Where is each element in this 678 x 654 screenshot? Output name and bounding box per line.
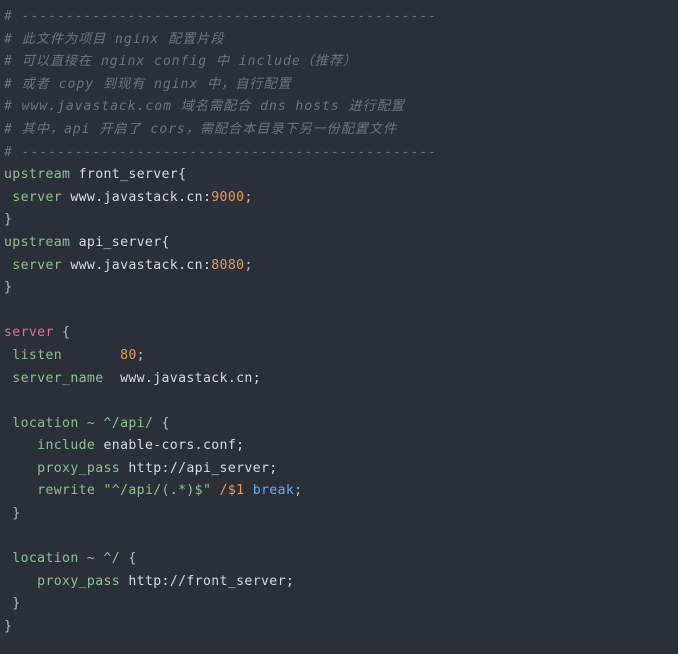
code-token: proxy_pass	[37, 460, 121, 476]
code-token: ;	[294, 483, 303, 499]
code-token: }	[4, 619, 13, 635]
code-line: include enable-cors.conf;	[4, 435, 678, 458]
code-lines-container: # --------------------------------------…	[0, 0, 678, 639]
code-line: location ~ ^/api/ {	[4, 413, 678, 436]
code-line: }	[4, 209, 678, 232]
code-line: upstream front_server{	[4, 164, 678, 187]
code-token: # 其中，api 开启了 cors，需配合本目录下另一份配置文件	[4, 121, 398, 137]
code-token: ~ ^/api/	[78, 415, 162, 431]
code-token: 8080	[211, 257, 245, 273]
code-token: ~ ^/	[78, 551, 129, 567]
code-token: www.javastack.cn;	[103, 370, 261, 386]
code-token: {	[53, 325, 71, 341]
code-token: 80	[120, 347, 137, 363]
code-line: location ~ ^/ {	[4, 548, 678, 571]
code-line: }	[4, 503, 678, 526]
code-line: server_name www.javastack.cn;	[4, 368, 678, 391]
code-token: server	[12, 189, 63, 205]
code-token: server	[12, 257, 63, 273]
code-token: {	[128, 551, 137, 567]
code-token: }	[4, 212, 13, 228]
code-token: enable-cors.conf;	[95, 438, 245, 454]
code-line: server www.javastack.cn:9000;	[4, 187, 678, 210]
code-token: # --------------------------------------…	[4, 9, 438, 24]
code-token: ;	[244, 257, 253, 273]
code-line: server www.javastack.cn:8080;	[4, 255, 678, 278]
code-token: # --------------------------------------…	[4, 144, 438, 160]
code-line: # --------------------------------------…	[4, 6, 678, 29]
code-line: }	[4, 593, 678, 616]
code-token: break	[252, 483, 295, 499]
code-token: }	[4, 280, 13, 296]
code-line: # 可以直接在 nginx config 中 include（推荐）	[4, 51, 678, 74]
code-token: www.javastack.cn:	[62, 189, 212, 205]
code-token: }	[4, 506, 21, 522]
code-token: "^/api/(.*)$"	[95, 483, 220, 499]
code-token: server_name	[12, 370, 104, 386]
code-token: http://api_server;	[120, 460, 278, 476]
code-token: # 此文件为项目 nginx 配置片段	[4, 31, 225, 47]
code-token: location	[12, 551, 79, 567]
code-token: proxy_pass	[37, 573, 121, 589]
code-token: http://front_server;	[120, 573, 295, 589]
code-line: # --------------------------------------…	[4, 142, 678, 165]
code-line: server {	[4, 322, 678, 345]
code-token: 9000	[211, 189, 245, 205]
code-line: }	[4, 616, 678, 639]
code-token: include	[37, 438, 96, 454]
code-token: www.javastack.cn:	[62, 257, 212, 273]
code-token: api_server{	[70, 234, 170, 250]
code-line: upstream api_server{	[4, 232, 678, 255]
code-line: listen 80;	[4, 345, 678, 368]
code-line: # 或者 copy 到现有 nginx 中，自行配置	[4, 74, 678, 97]
code-token: /$1	[219, 483, 245, 499]
code-viewer[interactable]: # --------------------------------------…	[0, 0, 678, 654]
code-token: upstream	[4, 234, 71, 250]
code-token: location	[12, 415, 79, 431]
code-line: }	[4, 277, 678, 300]
code-token: front_server{	[70, 167, 187, 183]
code-token: # 可以直接在 nginx config 中 include（推荐）	[4, 54, 358, 70]
code-token: ;	[136, 347, 145, 363]
code-token: {	[161, 415, 170, 431]
code-line: rewrite "^/api/(.*)$" /$1 break;	[4, 480, 678, 503]
code-token: listen	[12, 347, 63, 363]
code-token: rewrite	[37, 483, 96, 499]
code-line: proxy_pass http://front_server;	[4, 571, 678, 594]
code-token: }	[4, 596, 21, 612]
code-line: # www.javastack.com 域名需配合 dns hosts 进行配置	[4, 96, 678, 119]
code-line: proxy_pass http://api_server;	[4, 458, 678, 481]
code-token: server	[4, 325, 54, 341]
code-token: upstream	[4, 167, 71, 183]
code-line: # 其中，api 开启了 cors，需配合本目录下另一份配置文件	[4, 119, 678, 142]
code-token: ;	[244, 189, 253, 205]
code-line: # 此文件为项目 nginx 配置片段	[4, 29, 678, 52]
code-token: # 或者 copy 到现有 nginx 中，自行配置	[4, 76, 292, 92]
code-token: # www.javastack.com 域名需配合 dns hosts 进行配置	[4, 99, 405, 115]
